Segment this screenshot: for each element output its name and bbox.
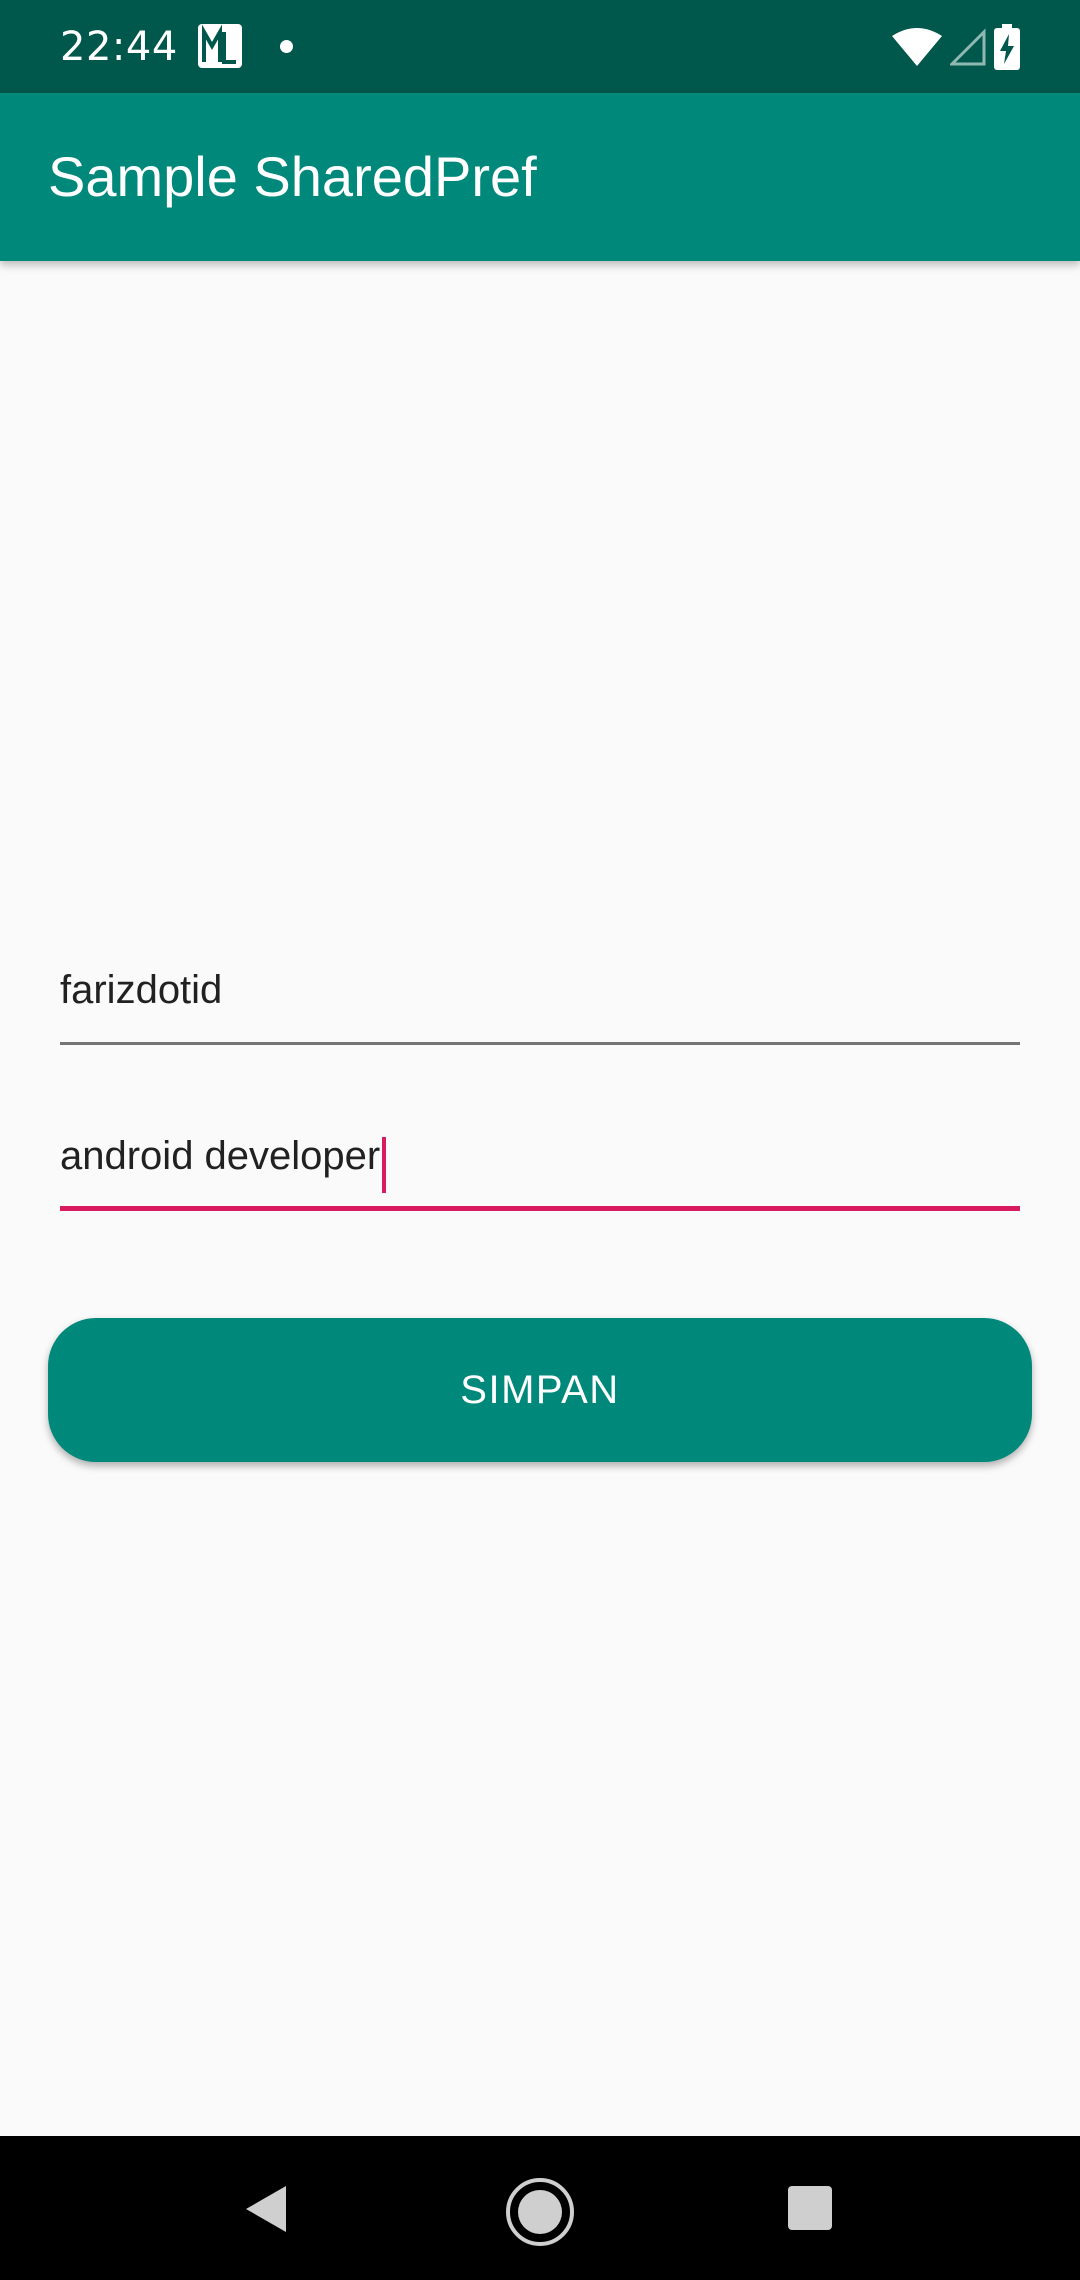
job-field-underline (60, 1206, 1020, 1211)
wifi-icon (892, 28, 942, 66)
app-notification-icon (198, 24, 242, 68)
notification-dot-icon (280, 40, 293, 53)
main-content: SIMPAN (0, 261, 1080, 2136)
save-button[interactable]: SIMPAN (48, 1318, 1032, 1462)
text-cursor (382, 1137, 387, 1193)
job-field[interactable] (60, 1111, 1020, 1211)
app-title: Sample SharedPref (48, 145, 537, 208)
back-icon[interactable] (240, 2182, 294, 2236)
status-time: 22:44 (60, 24, 178, 70)
home-icon[interactable] (504, 2176, 576, 2248)
job-input[interactable] (60, 1111, 1020, 1201)
app-bar: Sample SharedPref (0, 93, 1080, 261)
recents-icon[interactable] (786, 2184, 834, 2232)
battery-charging-icon (994, 24, 1020, 70)
status-bar: 22:44 (0, 0, 1080, 93)
name-input[interactable] (60, 945, 1020, 1035)
name-field[interactable] (60, 945, 1020, 1045)
name-field-underline (60, 1042, 1020, 1045)
navigation-bar (0, 2136, 1080, 2280)
cell-signal-icon (950, 28, 986, 66)
